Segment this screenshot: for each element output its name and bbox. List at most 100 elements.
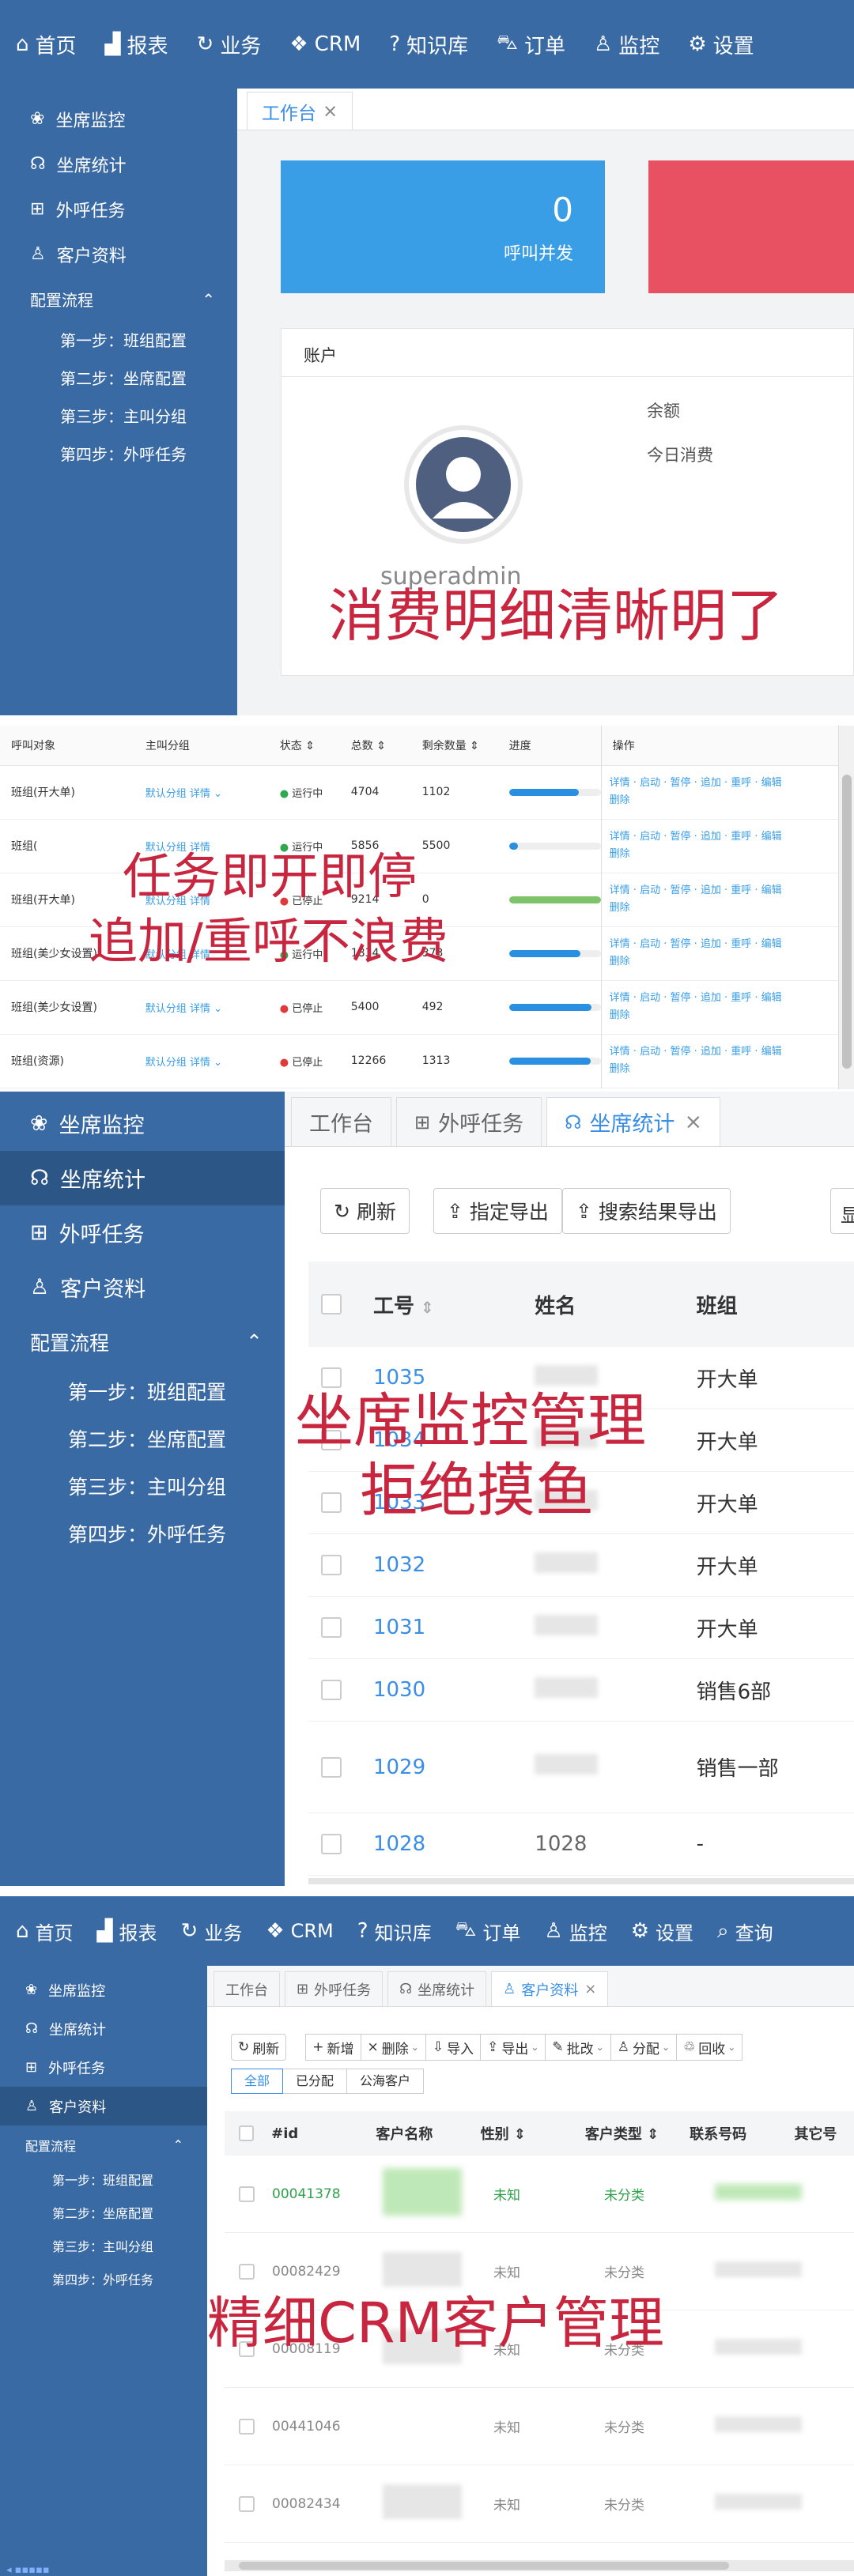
- agent-id-link[interactable]: 1032: [373, 1553, 535, 1577]
- row-checkbox[interactable]: [321, 1834, 342, 1854]
- action-links[interactable]: 详情 · 启动 · 暂停 · 追加 · 重呼 · 编辑: [610, 990, 838, 1007]
- nav-help[interactable]: ? 知识库: [389, 30, 468, 59]
- sidebar-group-config[interactable]: 配置流程 ⌃: [0, 1314, 285, 1369]
- column-header[interactable]: 联系号码: [690, 2123, 794, 2144]
- agent-id-link[interactable]: 1029: [373, 1756, 535, 1779]
- column-header[interactable]: 客户类型 ⇕: [585, 2123, 690, 2144]
- row-checkbox[interactable]: [239, 2495, 255, 2512]
- nav-gear[interactable]: ⚙ 设置: [631, 1918, 693, 1945]
- customer-id[interactable]: 00441046: [272, 2419, 383, 2435]
- sidebar-item-1[interactable]: ❀ 坐席监控: [0, 1971, 207, 2009]
- column-header[interactable]: 操作: [600, 726, 838, 765]
- nav-refresh[interactable]: ↻ 业务: [197, 30, 262, 59]
- sidebar-item-1[interactable]: ❀ 坐席监控: [0, 96, 237, 141]
- export-results-button[interactable]: ⇪ 搜索结果导出: [561, 1188, 731, 1234]
- close-icon[interactable]: ×: [584, 1981, 596, 1997]
- refresh-button[interactable]: ↻ 刷新: [320, 1188, 410, 1234]
- more-button[interactable]: 显: [830, 1188, 854, 1234]
- action-links[interactable]: 详情 · 启动 · 暂停 · 追加 · 重呼 · 编辑: [610, 936, 838, 953]
- column-header[interactable]: 姓名: [535, 1290, 696, 1319]
- scrollbar-thumb[interactable]: [239, 2562, 729, 2570]
- row-checkbox[interactable]: [321, 1555, 342, 1575]
- row-checkbox[interactable]: [239, 2186, 255, 2202]
- action-links[interactable]: 详情 · 启动 · 暂停 · 追加 · 重呼 · 编辑: [610, 882, 838, 900]
- sidebar-subitem-step2[interactable]: 第二步：坐席配置: [0, 360, 237, 398]
- import-button[interactable]: ⇩ 导入: [425, 2034, 482, 2061]
- tab-2[interactable]: ⊞ 外呼任务: [285, 1971, 384, 2006]
- column-header[interactable]: 客户名称: [376, 2123, 480, 2144]
- caller-group[interactable]: 默认分组 详情 ⌄: [134, 980, 269, 1034]
- sidebar-subitem-step3[interactable]: 第三步：主叫分组: [0, 398, 237, 436]
- scrollbar-thumb[interactable]: [842, 775, 852, 1069]
- row-checkbox[interactable]: [321, 1756, 342, 1778]
- filter-tab-3[interactable]: 公海客户: [347, 2069, 425, 2094]
- column-header[interactable]: 总数 ⇕: [340, 726, 411, 765]
- nav-home[interactable]: ⌂ 首页: [16, 1918, 74, 1945]
- add-button[interactable]: + 新增: [305, 2034, 361, 2061]
- nav-cart[interactable]: ⛍ 订单: [455, 1918, 521, 1945]
- select-all-checkbox[interactable]: [239, 2125, 255, 2141]
- delete-link[interactable]: 删除: [610, 846, 838, 863]
- tab-4[interactable]: ♙ 客户资料 ×: [491, 1971, 609, 2006]
- close-icon[interactable]: ×: [684, 1110, 702, 1134]
- nav-crm[interactable]: ❖ CRM: [289, 30, 361, 59]
- caller-group[interactable]: 默认分组 详情 ⌄: [134, 1034, 269, 1088]
- customer-id[interactable]: 00082434: [272, 2496, 383, 2512]
- nav-chart[interactable]: ▟ 报表: [105, 30, 168, 59]
- sidebar-group-config[interactable]: 配置流程 ⌃: [0, 277, 237, 322]
- export-button[interactable]: ⇪ 导出 ⌄: [481, 2034, 546, 2061]
- column-header[interactable]: 工号 ⇕: [373, 1290, 535, 1319]
- sidebar-item-3[interactable]: ⊞ 外呼任务: [0, 2048, 207, 2087]
- sidebar-footer-link[interactable]: ◂ ▪▪▪▪▪: [6, 2564, 50, 2576]
- sidebar-item-1[interactable]: ❀ 坐席监控: [0, 1096, 285, 1151]
- sidebar-item-2[interactable]: ☊ 坐席统计: [0, 2009, 207, 2048]
- nav-monitor[interactable]: ♙ 监控: [544, 1918, 606, 1945]
- nav-refresh[interactable]: ↻ 业务: [181, 1918, 243, 1945]
- close-icon[interactable]: ×: [323, 101, 338, 122]
- column-header[interactable]: 班组: [697, 1290, 854, 1319]
- delete-link[interactable]: 删除: [610, 900, 838, 917]
- sidebar-subitem-step2[interactable]: 第二步：坐席配置: [0, 1416, 285, 1464]
- filter-tab-2[interactable]: 已分配: [283, 2069, 348, 2094]
- chevron-up-icon[interactable]: ⌃: [202, 290, 215, 309]
- tab-workbench[interactable]: 工作台 ×: [247, 92, 353, 130]
- sidebar-item-3[interactable]: ⊞ 外呼任务: [0, 187, 237, 232]
- sidebar-item-2[interactable]: ☊ 坐席统计: [0, 141, 237, 187]
- sidebar-group-config[interactable]: 配置流程 ⌃: [0, 2125, 207, 2164]
- select-all-checkbox[interactable]: [321, 1294, 342, 1314]
- horizontal-scrollbar[interactable]: [308, 1878, 854, 1884]
- chevron-up-icon[interactable]: ⌃: [246, 1330, 263, 1353]
- nav-crm[interactable]: ❖ CRM: [266, 1918, 333, 1945]
- action-links[interactable]: 详情 · 启动 · 暂停 · 追加 · 重呼 · 编辑: [610, 828, 838, 846]
- sidebar-subitem-step4[interactable]: 第四步：外呼任务: [0, 1511, 285, 1559]
- customer-id[interactable]: 00041378: [272, 2186, 383, 2202]
- delete-link[interactable]: 删除: [610, 1061, 838, 1078]
- filter-tab-1[interactable]: 全部: [231, 2069, 284, 2094]
- row-checkbox[interactable]: [239, 2263, 255, 2280]
- nav-help[interactable]: ? 知识库: [357, 1918, 432, 1945]
- row-checkbox[interactable]: [239, 2418, 255, 2435]
- sidebar-item-3[interactable]: ⊞ 外呼任务: [0, 1205, 285, 1260]
- nav-home[interactable]: ⌂ 首页: [16, 30, 77, 59]
- column-header[interactable]: 其它号: [794, 2123, 854, 2144]
- scrollbar[interactable]: [838, 726, 854, 1089]
- action-links[interactable]: 详情 · 启动 · 暂停 · 追加 · 重呼 · 编辑: [610, 775, 838, 792]
- column-header[interactable]: #id: [271, 2125, 376, 2142]
- sidebar-item-2[interactable]: ☊ 坐席统计: [0, 1151, 285, 1205]
- agent-id-link[interactable]: 1031: [373, 1616, 535, 1639]
- recycle-button[interactable]: ♲ 回收 ⌄: [677, 2034, 743, 2061]
- assign-button[interactable]: ♙ 分配 ⌄: [610, 2034, 677, 2061]
- chevron-up-icon[interactable]: ⌃: [173, 2137, 183, 2152]
- column-header[interactable]: 剩余数量 ⇕: [411, 726, 498, 765]
- bulk-edit-button[interactable]: ✎ 批改 ⌄: [546, 2034, 611, 2061]
- horizontal-scrollbar[interactable]: [225, 2560, 854, 2571]
- column-header[interactable]: 呼叫对象: [0, 726, 134, 765]
- sidebar-subitem-step2[interactable]: 第二步：坐席配置: [0, 2197, 207, 2231]
- refresh-button[interactable]: ↻ 刷新: [231, 2034, 287, 2061]
- sidebar-subitem-step4[interactable]: 第四步：外呼任务: [0, 436, 237, 473]
- export-selected-button[interactable]: ⇪ 指定导出: [433, 1188, 562, 1234]
- sidebar-subitem-step1[interactable]: 第一步：班组配置: [0, 2164, 207, 2197]
- nav-query[interactable]: ⌕ 查询: [717, 1918, 773, 1945]
- row-checkbox[interactable]: [321, 1617, 342, 1638]
- tab-1[interactable]: 工作台: [291, 1097, 391, 1146]
